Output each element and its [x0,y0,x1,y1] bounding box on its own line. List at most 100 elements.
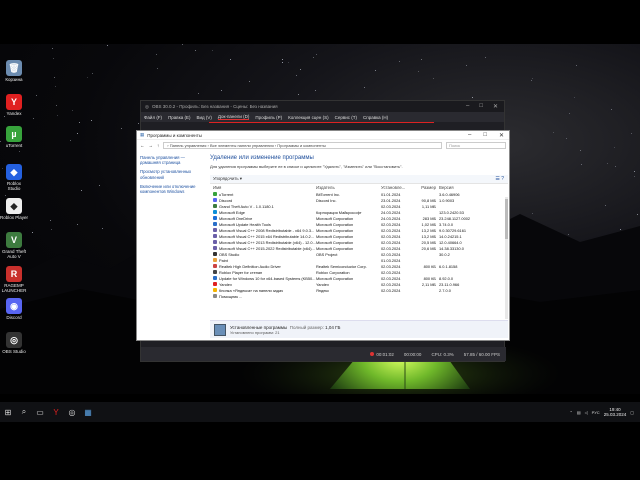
program-name: Realtek High Definition Audio Driver [219,263,281,269]
search-icon[interactable]: ⌕ [16,402,32,422]
program-install-date: 02.03.2024 [381,281,401,287]
program-row[interactable]: Microsoft Visual C++ 2013 Redistributabl… [210,239,508,245]
notifications-icon[interactable]: ▢ [630,410,634,415]
program-name: Microsoft Visual C++ 2015-2022 Redistrib… [219,245,315,251]
back-icon[interactable]: ← [140,143,145,148]
program-install-date: 02.03.2024 [381,239,401,245]
desktop-icon[interactable]: ◆ Roblox Studio [0,164,28,191]
minimize-icon[interactable]: – [468,132,471,139]
toolbar: Упорядочить ▾ ☰ ? [210,175,508,184]
sidebar-link[interactable]: Панель управления — домашняя страница [140,155,206,165]
column-header[interactable]: Установле... [381,185,412,190]
sidebar-link[interactable]: Включение или отключение компонентов Win… [140,184,206,194]
desktop-icon[interactable]: µ uTorrent [0,126,28,148]
program-row[interactable]: Microsoft Visual C++ 2015-2022 Redistrib… [210,245,508,251]
program-row[interactable]: Microsoft Edge Корпорация Майкрософт 24.03… [210,209,508,215]
program-row[interactable]: Discord Discord Inc. 23.01.2024 90,8 МБ 1.0.… [210,197,508,203]
desktop-icon[interactable]: ◎ OBS Studio [0,332,28,354]
program-publisher: Yandex [316,281,329,287]
obs-menu-item[interactable]: Файл (F) [144,115,162,120]
program-name: Roblox Player for степан [219,269,263,275]
column-header[interactable]: Версия [439,185,499,190]
maximize-icon[interactable]: □ [483,132,487,139]
main-pane: Удаление или изменение программы Для уда… [210,155,508,299]
programs-icon [214,323,226,336]
program-publisher: Realtek Semiconductor Corp. [316,263,367,269]
desktop-icon-image: ◉ [6,298,22,314]
obs-menu-item[interactable]: Вид (V) [197,115,212,120]
desktop-icon[interactable]: ◉ Discord [0,298,28,320]
obs-menu-item[interactable]: Правка (E) [168,115,190,120]
program-name-cell: Microsoft OneDrive [210,216,316,221]
program-size: 20,6 МБ [421,245,436,251]
obs-menu-item[interactable]: Док-панели (D) [217,114,250,120]
desktop-icon-image: 🗑 [6,60,22,76]
desktop-icon[interactable]: 🗑 Корзина [0,60,28,82]
program-row[interactable]: OBS Studio OBS Project 02.03.2024 30.0.2 [210,251,508,257]
desktop-icon-image: R [6,266,22,282]
maximize-icon[interactable]: □ [479,103,483,110]
program-row[interactable]: Помощник ... [210,293,508,299]
program-icon [213,294,217,298]
task-view-icon[interactable]: ▭ [32,402,48,422]
close-icon[interactable]: ✕ [493,103,498,110]
program-publisher: Microsoft Corporation [316,227,354,233]
yandex-taskbar-icon[interactable]: Y [48,402,64,422]
program-name: Microsoft Visual C++ 2013 Redistributabl… [219,239,316,245]
organize-button[interactable]: Упорядочить ▾ [213,176,242,182]
scrollbar[interactable] [505,197,508,319]
sidebar: Панель управления — домашняя страница Про… [140,155,206,198]
program-name-cell: OBS Studio [210,252,316,257]
system-tray: ⌃ ▤ ◁ РУС 19:40 25.03.2024 ▢ [569,407,640,417]
control-panel-taskbar-icon[interactable]: ▦ [80,402,96,422]
column-header[interactable]: Размер [412,185,439,190]
program-row[interactable]: Microsoft Update Health Tools Microsoft C… [210,221,508,227]
language-indicator[interactable]: РУС [592,410,600,415]
program-row[interactable]: Yandex Yandex 02.03.2024 2,11 МБ 23.11.0.966 [210,281,508,287]
program-row[interactable]: uTorrent BitTorrent Inc. 01.01.2024 3.6.0.4… [210,191,508,197]
minimize-icon[interactable]: – [466,103,469,110]
breadcrumb[interactable]: › Панель управления › Все элементы панел… [163,141,442,149]
help-icon[interactable]: ? [501,176,504,182]
program-row[interactable]: Кнопка «Яндекса» на панели задач Яндекс 02… [210,287,508,293]
program-icon [213,240,217,244]
column-header[interactable]: Издатель [316,185,381,190]
start-icon[interactable]: ⊞ [0,402,16,422]
desktop-icon[interactable]: ◆ Roblox Player [0,198,28,220]
column-header[interactable]: Имя [210,185,316,190]
desktop-icon[interactable]: R RAGEMP LAUNCHER [0,266,28,293]
program-publisher: OBS Project [316,251,338,257]
program-publisher: Roblox Corporation [316,269,350,275]
sidebar-link[interactable]: Просмотр установленных обновлений [140,169,206,179]
network-icon[interactable]: ▤ [577,410,581,415]
program-row[interactable]: Microsoft Visual C++ 2015 x64 Redistribu… [210,233,508,239]
forward-icon[interactable]: → [149,143,154,148]
clock[interactable]: 19:40 25.03.2024 [604,407,627,417]
program-row[interactable]: Microsoft OneDrive Microsoft Corporation 2… [210,215,508,221]
close-icon[interactable]: ✕ [499,132,504,139]
program-icon [213,198,217,202]
program-size: 90,8 МБ [421,197,436,203]
view-options-icon[interactable]: ☰ [495,176,499,182]
program-icon [213,252,217,256]
obs-titlebar: ◎ OBS 30.0.2 - Профиль: Без названия - С… [141,101,504,112]
desktop-icon[interactable]: Y Yandex [0,94,28,116]
program-icon [213,210,217,214]
program-row[interactable]: Update for Windows 10 for x64-based Syst… [210,275,508,281]
obs-menu-item[interactable]: Сервис (T) [335,115,357,120]
up-icon[interactable]: ↑ [157,143,159,148]
desktop-icon[interactable]: V Grand Theft Auto V [0,232,28,259]
program-name-cell: Roblox Player for степан [210,270,316,275]
obs-menu-item[interactable]: Профиль (P) [255,115,282,120]
program-row[interactable]: Realtek High Definition Audio Driver Real… [210,263,508,269]
obs-menu-item[interactable]: Справка (H) [363,115,388,120]
chevron-up-icon[interactable]: ⌃ [569,410,572,415]
program-icon [213,270,217,274]
volume-icon[interactable]: ◁ [585,410,588,415]
obs-taskbar-icon[interactable]: ◎ [64,402,80,422]
search-input[interactable]: Поиск [446,141,506,149]
program-row[interactable]: Microsoft Visual C++ 2008 Redistributabl… [210,227,508,233]
program-publisher: Microsoft Corporation [316,215,354,221]
obs-menu-item[interactable]: Коллекция сцен (S) [288,115,329,120]
program-install-date: 02.03.2024 [381,287,401,293]
